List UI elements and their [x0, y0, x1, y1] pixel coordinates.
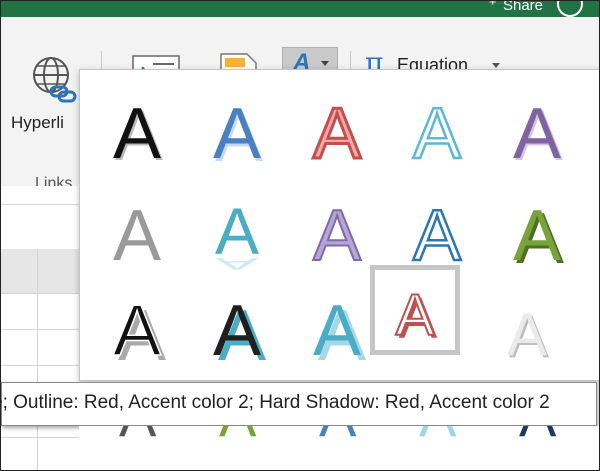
excel-window: ⁺ Share Hyperli Links A π Equation A A A…: [0, 0, 600, 471]
chevron-down-icon: [321, 61, 329, 66]
wordart-style-10[interactable]: A A: [492, 180, 582, 279]
grid-line: [1, 365, 85, 366]
svg-text:A: A: [213, 291, 261, 371]
wordart-gallery-next-row: A A A A A: [79, 426, 599, 470]
grid-line: [37, 249, 38, 470]
svg-text:A: A: [113, 94, 161, 174]
svg-text:A: A: [119, 426, 157, 448]
column-header[interactable]: [1, 249, 85, 294]
wordart-style-2[interactable]: A A: [192, 78, 282, 177]
svg-text:A: A: [113, 291, 161, 371]
wordart-a-icon: A A: [513, 196, 564, 279]
svg-text:A: A: [113, 196, 161, 276]
wordart-style-15[interactable]: A A: [482, 275, 572, 370]
svg-text:A: A: [419, 426, 457, 448]
wordart-style-3[interactable]: A: [292, 78, 382, 176]
svg-text:A: A: [219, 426, 257, 448]
wordart-a-icon: A: [312, 195, 362, 277]
wordart-a-icon: A A: [113, 94, 163, 176]
wordart-style-11[interactable]: A A: [92, 275, 182, 376]
globe-link-icon: [33, 57, 77, 103]
svg-text:A: A: [519, 426, 557, 448]
wordart-a-icon: A A: [395, 282, 438, 351]
wordart-a-icon: A A: [112, 290, 166, 376]
svg-text:A: A: [313, 196, 361, 276]
wordart-style-13[interactable]: A A: [292, 275, 382, 376]
wordart-a-icon: A: [311, 93, 362, 176]
wordart-style-6[interactable]: A: [92, 180, 182, 276]
wordart-a-icon: A: [412, 93, 463, 176]
wordart-style-8[interactable]: A: [292, 180, 382, 277]
svg-text:A: A: [507, 301, 547, 368]
grid-line: [1, 437, 85, 438]
share-button[interactable]: ⁺ Share: [488, 0, 543, 15]
wordart-a-icon: A A: [507, 301, 549, 370]
grid-line: [1, 204, 85, 205]
wordart-a-icon: A A: [213, 94, 263, 177]
svg-text:A: A: [513, 94, 561, 174]
wordart-a-icon: A: [113, 196, 161, 276]
svg-text:A: A: [413, 196, 461, 276]
add-person-icon: ⁺: [488, 0, 497, 14]
wordart-a-icon: A: [412, 195, 463, 278]
svg-text:A: A: [319, 426, 357, 448]
wordart-style-5[interactable]: A A: [492, 78, 582, 176]
wordart-style-9[interactable]: A: [392, 180, 482, 278]
wordart-style-14-selected[interactable]: A A: [370, 265, 460, 355]
wordart-a-icon: A A: [513, 94, 563, 176]
svg-text:A: A: [513, 196, 561, 276]
wordart-a-icon: A A: [313, 291, 366, 376]
wordart-style-7[interactable]: A A: [192, 180, 282, 273]
feedback-smiley-icon[interactable]: [557, 1, 583, 17]
wordart-a-icon: A A: [213, 291, 266, 376]
style-tooltip: e; Outline: Red, Accent color 2; Hard Sh…: [1, 382, 597, 426]
tooltip-text: e; Outline: Red, Accent color 2; Hard Sh…: [0, 392, 550, 413]
svg-text:A: A: [215, 254, 259, 273]
chevron-down-icon[interactable]: [492, 63, 500, 68]
svg-text:A: A: [313, 94, 361, 174]
wordart-style-1[interactable]: A A: [92, 78, 182, 176]
wordart-partial-row-icons: A A A A A: [119, 426, 557, 448]
grid-line: [1, 329, 85, 330]
wordart-style-4[interactable]: A: [392, 78, 482, 176]
wordart-gallery: A A A A A A A A A A A A A A A A A A A A …: [79, 69, 599, 381]
wordart-style-12[interactable]: A A: [192, 275, 282, 376]
svg-text:A: A: [313, 291, 361, 371]
svg-text:A: A: [396, 283, 435, 348]
share-label: Share: [502, 0, 543, 14]
hyperlink-label: Hyperli: [11, 113, 64, 132]
svg-text:A: A: [213, 94, 261, 174]
svg-text:A: A: [413, 94, 461, 174]
title-bar: ⁺ Share: [1, 0, 599, 17]
wordart-a-icon: A A: [215, 194, 259, 273]
